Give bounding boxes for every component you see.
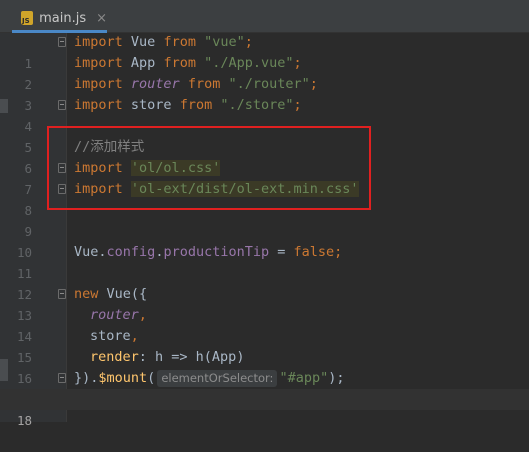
code-text: router, [90,307,147,323]
tab-label: main.js [39,10,87,26]
line-number: 18 [16,413,32,428]
javascript-file-icon: JS [21,11,34,25]
fold-icon[interactable] [58,289,66,299]
code-line: 15 store, [0,326,529,365]
code-line: 7 import 'ol/ol.css' [0,158,529,197]
code-text: import 'ol/ol.css' [74,160,221,176]
code-text: import router from "./router"; [74,76,318,92]
code-text: store, [90,328,139,344]
fold-icon[interactable] [58,184,66,194]
code-text: import App from "./App.vue"; [74,55,302,71]
code-text: import store from "./store"; [74,97,302,113]
code-line: 10 [0,221,529,260]
code-line: 17 }).$mount(elementOrSelector:"#app"); [0,368,529,407]
tab-main-js[interactable]: JS main.js × [12,6,107,33]
code-line: 11 Vue.config.productionTip = false; [0,242,529,281]
editor-tab-bar: JS main.js × [0,0,529,33]
code-text: import Vue from "vue"; [74,34,253,50]
close-icon[interactable]: × [96,11,107,26]
code-text: }).$mount(elementOrSelector: "#app"); [74,370,345,387]
code-line: 5 [0,116,529,155]
code-line: 6 //添加样式 [0,137,529,176]
code-line: 16 render: h => h(App) [0,347,529,386]
code-line: 1 import Vue from "vue"; [0,32,529,71]
code-line: 14 router, [0,305,529,344]
fold-icon[interactable] [58,37,66,47]
code-line: 8 import 'ol-ext/dist/ol-ext.min.css' [0,179,529,218]
code-line: 9 [0,200,529,239]
code-line: 13 new Vue({ [0,284,529,323]
code-text: import 'ol-ext/dist/ol-ext.min.css' [74,181,359,197]
code-text: render: h => h(App) [90,349,245,365]
code-comment: //添加样式 [74,139,145,155]
fold-icon[interactable] [58,100,66,110]
code-line: 3 import router from "./router"; [0,74,529,113]
code-text: Vue.config.productionTip = false; [74,244,343,260]
code-line: 2 import App from "./App.vue"; [0,53,529,92]
fold-icon[interactable] [58,163,66,173]
code-line: 4 import store from "./store"; [0,95,529,134]
fold-icon[interactable] [58,373,66,383]
code-line: 12 [0,263,529,302]
parameter-hint: elementOrSelector: [157,370,278,387]
code-text: new Vue({ [74,286,148,302]
current-code-line[interactable]: 18 [0,389,529,428]
